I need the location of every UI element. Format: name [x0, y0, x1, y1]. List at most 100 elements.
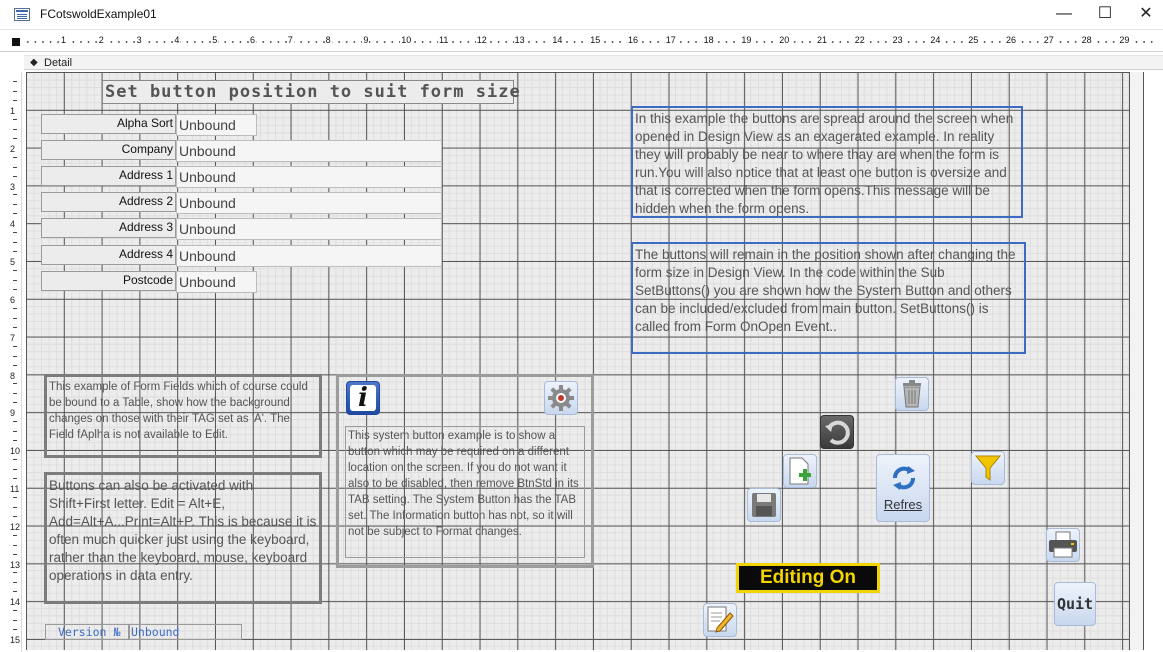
save-button[interactable] — [747, 488, 781, 522]
ruler-number: 5 — [211, 35, 219, 45]
ruler-tick — [13, 280, 17, 281]
save-icon — [752, 493, 776, 517]
ruler-tick — [13, 289, 17, 290]
ruler-tick — [13, 204, 17, 206]
gear-icon — [548, 385, 574, 411]
company-field[interactable]: Unbound — [176, 140, 442, 162]
ruler-number: 11 — [10, 484, 20, 494]
refresh-icon — [893, 466, 915, 490]
company-label[interactable]: Company — [41, 140, 176, 160]
version-field[interactable]: Unbound — [129, 624, 242, 640]
filter-button[interactable] — [971, 451, 1005, 485]
ruler-tick — [13, 544, 17, 546]
ruler-tick — [13, 440, 17, 442]
close-button[interactable]: ✕ — [1123, 0, 1163, 30]
ruler-tick — [13, 232, 17, 234]
ruler-number: 10 — [400, 35, 413, 45]
address4-label[interactable]: Address 4 — [41, 245, 176, 265]
address4-field[interactable]: Unbound — [176, 245, 442, 267]
edit-icon — [707, 606, 734, 633]
address1-field[interactable]: Unbound — [176, 166, 442, 188]
ruler-number: 21 — [816, 35, 829, 45]
print-button[interactable] — [1046, 528, 1080, 562]
quit-button[interactable]: Quit — [1054, 582, 1096, 626]
trash-icon — [903, 380, 921, 408]
alpha-sort-field[interactable]: Unbound — [176, 114, 257, 136]
maximize-button[interactable]: ☐ — [1082, 0, 1128, 30]
postcode-label[interactable]: Postcode — [41, 271, 176, 291]
form-selector[interactable] — [12, 38, 20, 46]
ruler-tick — [13, 496, 17, 498]
refresh-button[interactable]: Refres — [876, 454, 930, 522]
ruler-tick — [13, 553, 17, 555]
ruler-tick — [13, 100, 17, 101]
ruler-number: 26 — [1005, 35, 1018, 45]
ruler-number: 14 — [551, 35, 564, 45]
info-icon: i — [350, 385, 376, 411]
ruler-number: 23 — [891, 35, 904, 45]
version-label[interactable]: Version № — [45, 624, 129, 640]
detail-section-bar[interactable]: ◆ Detail — [24, 55, 1163, 70]
undo-icon — [825, 420, 850, 445]
horizontal-ruler[interactable]: 1 2 3 4 5 6 7 8 9 10 11 12 13 14 15 16 17 18 19 20 21 22 23 24 2… — [0, 32, 1163, 52]
ruler-number: 15 — [589, 35, 602, 45]
ruler-tick — [13, 345, 17, 347]
set-buttons-note[interactable]: The buttons will remain in the position … — [631, 242, 1026, 354]
undo-button[interactable] — [820, 415, 854, 449]
ruler-tick — [13, 629, 17, 631]
ruler-number: 1 — [60, 35, 68, 45]
ruler-tick — [13, 421, 17, 423]
ruler-tick — [13, 383, 17, 385]
form-heading[interactable]: Set button position to suit form size — [102, 80, 520, 104]
ruler-number: 18 — [702, 35, 715, 45]
ruler-tick — [13, 515, 17, 517]
ruler-tick — [13, 364, 17, 366]
ruler-number: 6 — [10, 295, 16, 305]
ruler-tick — [13, 572, 17, 574]
postcode-field[interactable]: Unbound — [176, 271, 257, 293]
system-button-note[interactable]: This system button example is to show a … — [345, 426, 585, 558]
ruler-tick — [13, 156, 17, 158]
minimize-button[interactable]: — — [1041, 0, 1087, 30]
ruler-number: 9 — [10, 408, 16, 419]
ruler-number: 4 — [10, 219, 16, 230]
ruler-tick — [13, 251, 17, 253]
shortcuts-note[interactable]: Buttons can also be activated with Shift… — [44, 472, 322, 604]
edit-button[interactable] — [703, 603, 737, 637]
form-fields-note[interactable]: This example of Form Fields which of cou… — [44, 374, 322, 458]
ruler-number: 2 — [97, 35, 105, 45]
design-view-note[interactable]: In this example the buttons are spread a… — [631, 106, 1023, 218]
refresh-label: Refres — [883, 497, 923, 512]
vertical-ruler[interactable]: 1 2 3 4 5 6 7 8 9 10 11 12 13 14 15 — [0, 72, 22, 652]
ruler-tick — [13, 582, 17, 584]
alpha-sort-label[interactable]: Alpha Sort — [41, 114, 176, 134]
ruler-number: 8 — [324, 35, 332, 45]
ruler-number: 19 — [740, 35, 753, 45]
ruler-tick — [13, 242, 17, 244]
ruler-tick — [13, 270, 17, 271]
ruler-tick — [13, 610, 17, 612]
ruler-number: 13 — [10, 559, 21, 570]
address3-field[interactable]: Unbound — [176, 218, 442, 240]
address1-label[interactable]: Address 1 — [41, 166, 176, 186]
editing-status: Editing On — [736, 563, 880, 593]
address2-label[interactable]: Address 2 — [41, 192, 176, 212]
ruler-number: 8 — [10, 370, 16, 381]
filter-icon — [975, 455, 1001, 481]
window-title: FCotswoldExample01 — [40, 7, 157, 21]
ruler-tick — [13, 118, 17, 120]
address2-field[interactable]: Unbound — [176, 192, 442, 214]
add-record-button[interactable] — [783, 454, 817, 488]
system-settings-button[interactable] — [544, 381, 578, 415]
ruler-tick — [13, 534, 17, 536]
form-right-edge — [1130, 72, 1144, 650]
address3-label[interactable]: Address 3 — [41, 218, 176, 238]
info-button[interactable]: i — [346, 381, 380, 415]
ruler-number: 25 — [967, 35, 980, 45]
ruler-tick — [13, 166, 17, 168]
ruler-tick — [13, 506, 17, 508]
ruler-tick — [13, 81, 17, 82]
ruler-number: 14 — [10, 597, 21, 608]
section-label: Detail — [44, 57, 73, 69]
delete-button[interactable] — [895, 377, 929, 411]
